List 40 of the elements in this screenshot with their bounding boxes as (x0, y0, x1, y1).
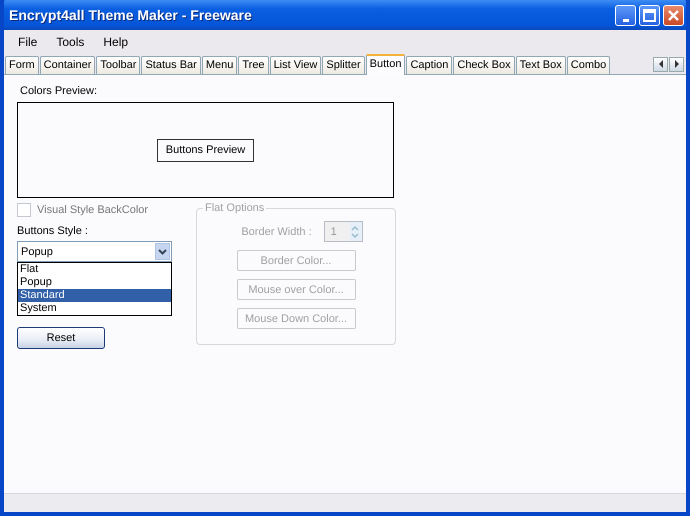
tab[interactable]: Tree (238, 56, 269, 74)
checkbox[interactable] (17, 203, 31, 217)
checkbox-label: Visual Style BackColor (37, 204, 148, 216)
tab[interactable]: Button (366, 54, 406, 75)
close-button[interactable] (663, 4, 684, 26)
reset-button[interactable]: Reset (17, 327, 105, 349)
preview-label: Colors Preview: (20, 85, 98, 98)
tab[interactable]: Caption (406, 56, 452, 74)
tab[interactable]: Splitter (322, 56, 365, 74)
preview-button[interactable]: Buttons Preview (156, 138, 254, 162)
group-title: Flat Options (203, 202, 266, 215)
tab[interactable]: Status Bar (141, 56, 201, 74)
menu-item[interactable]: File (14, 35, 48, 49)
dropdown-option[interactable]: System (18, 302, 171, 315)
minimize-icon (622, 18, 628, 22)
border-width-label: Border Width : (241, 226, 312, 238)
dropdown-option[interactable]: Flat (18, 263, 171, 276)
tab[interactable]: List View (270, 56, 322, 74)
tab[interactable]: Toolbar (96, 56, 140, 74)
window-title: Encrypt4all Theme Maker - Freeware (9, 7, 252, 23)
tab[interactable]: Form (5, 56, 39, 74)
scroll-left-button[interactable] (653, 56, 668, 72)
dropdown-option[interactable]: Popup (18, 276, 171, 289)
tab[interactable]: Container (40, 56, 96, 74)
scroll-right-button[interactable] (669, 56, 684, 72)
tab[interactable]: Text Box (516, 56, 566, 74)
style-dropdown[interactable]: Popup (17, 241, 172, 262)
menu-item[interactable]: Tools (52, 35, 96, 49)
maximize-icon (643, 8, 656, 22)
tab[interactable]: Menu (202, 56, 238, 74)
tab[interactable]: Check Box (453, 56, 515, 74)
minimize-button[interactable] (615, 4, 636, 26)
left-arrow-icon (658, 60, 664, 68)
tab[interactable]: Combo (566, 56, 610, 74)
menu-item[interactable]: Help (99, 35, 140, 49)
style-label: Buttons Style : (17, 225, 89, 237)
dropdown-option[interactable]: Standard (18, 289, 171, 302)
close-icon (667, 8, 680, 22)
maximize-button[interactable] (639, 4, 660, 26)
right-arrow-icon (674, 60, 680, 68)
